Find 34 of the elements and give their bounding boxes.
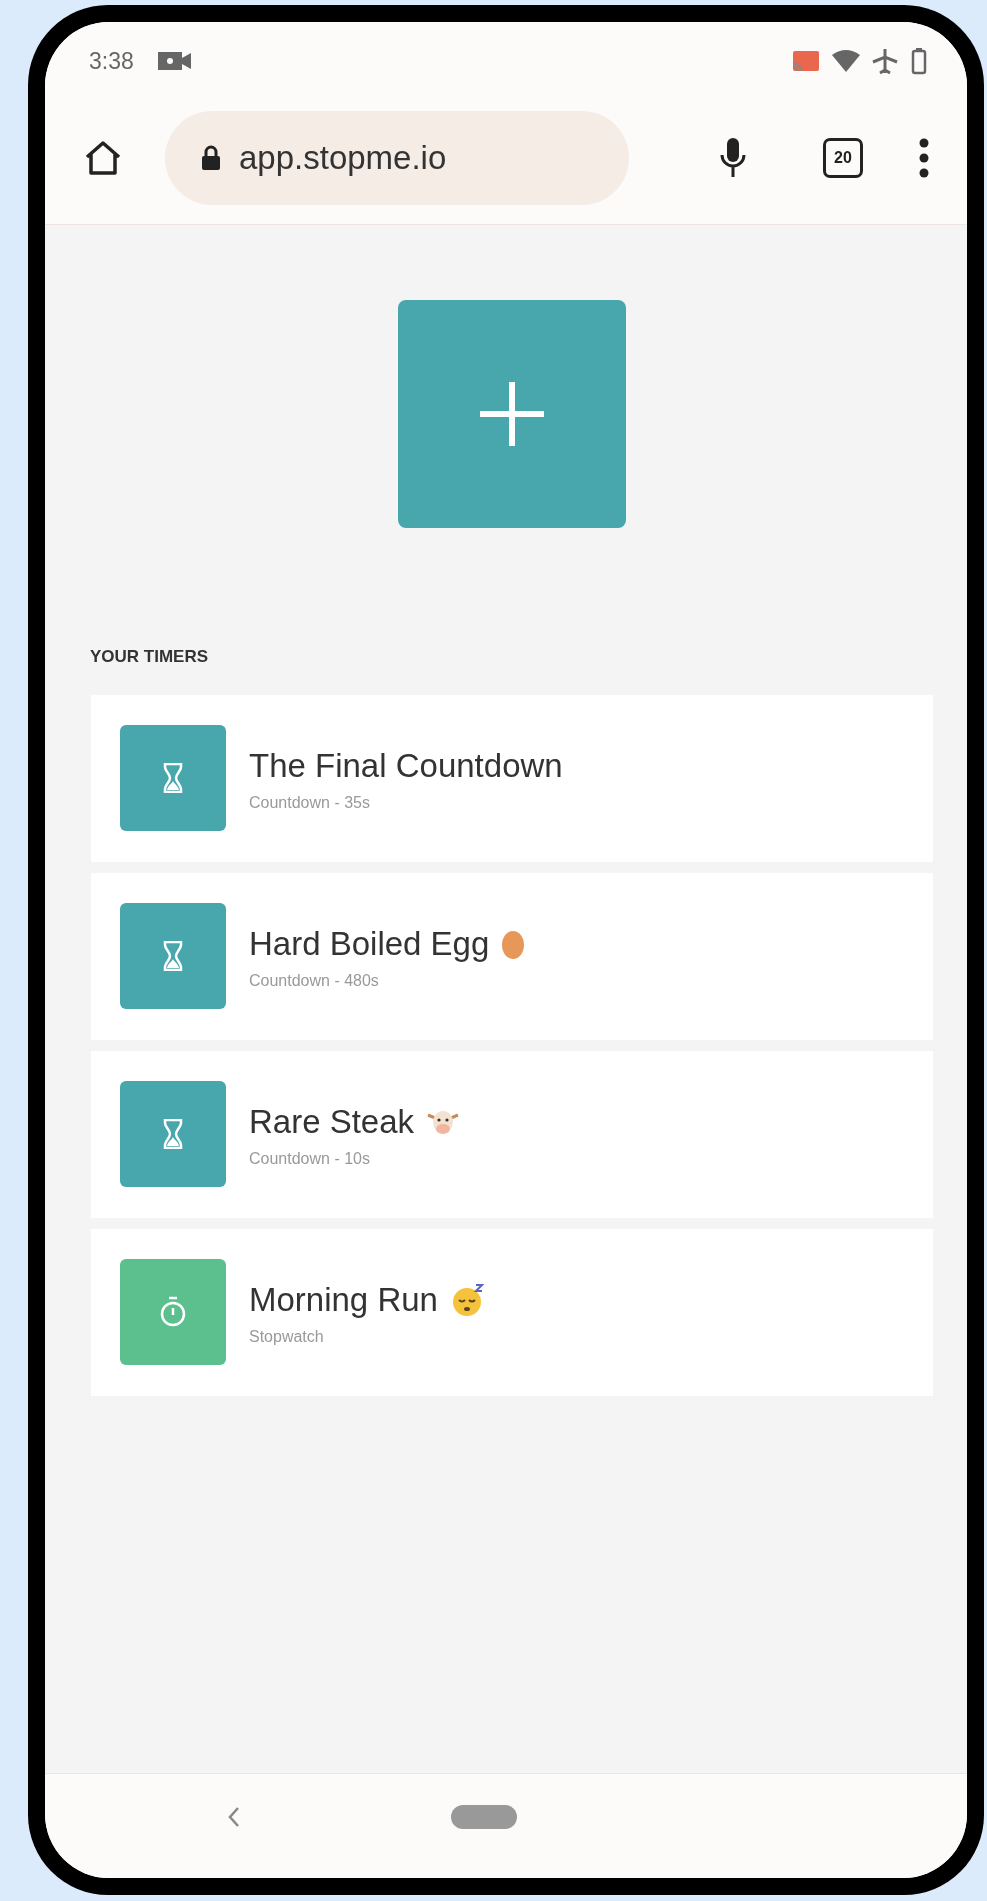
timer-card[interactable]: Hard Boiled Egg Countdown - 480s xyxy=(91,872,933,1040)
cast-icon xyxy=(791,49,821,73)
more-vertical-icon[interactable] xyxy=(919,138,929,178)
timer-title: Morning Run xyxy=(249,1280,438,1321)
timer-title: The Final Countdown xyxy=(249,746,563,787)
hourglass-icon xyxy=(163,1119,183,1149)
timer-card[interactable]: Rare Steak Countdown - 10s xyxy=(91,1050,933,1218)
timer-card[interactable]: The Final Countdown Countdown - 35s xyxy=(91,694,933,862)
back-icon[interactable] xyxy=(227,1806,241,1828)
microphone-icon xyxy=(719,137,747,179)
tab-count-button[interactable]: 20 xyxy=(823,138,863,178)
stopwatch-icon xyxy=(159,1296,187,1328)
timer-card[interactable]: Morning Run Stopwatch xyxy=(91,1228,933,1396)
timer-subtitle: Stopwatch xyxy=(249,1326,325,1347)
wifi-icon xyxy=(831,49,861,73)
section-heading: YOUR TIMERS xyxy=(90,646,210,668)
url-text: app.stopme.io xyxy=(239,138,447,179)
home-pill[interactable] xyxy=(451,1805,517,1829)
airplane-icon xyxy=(871,47,899,75)
hourglass-icon xyxy=(163,763,183,793)
hourglass-icon xyxy=(163,941,183,971)
address-bar[interactable]: app.stopme.io xyxy=(165,111,629,205)
home-icon xyxy=(84,140,122,176)
timer-title: Hard Boiled Egg xyxy=(249,924,490,965)
lock-icon xyxy=(201,145,221,171)
timer-subtitle: Countdown - 35s xyxy=(249,792,371,813)
clock: 3:38 xyxy=(89,46,134,76)
egg-icon xyxy=(501,928,526,960)
timer-subtitle: Countdown - 480s xyxy=(249,970,380,991)
video-camera-icon xyxy=(157,50,192,72)
plus-icon xyxy=(477,379,547,449)
battery-icon xyxy=(911,47,927,75)
timer-title: Rare Steak xyxy=(249,1102,415,1143)
timer-subtitle: Countdown - 10s xyxy=(249,1148,371,1169)
